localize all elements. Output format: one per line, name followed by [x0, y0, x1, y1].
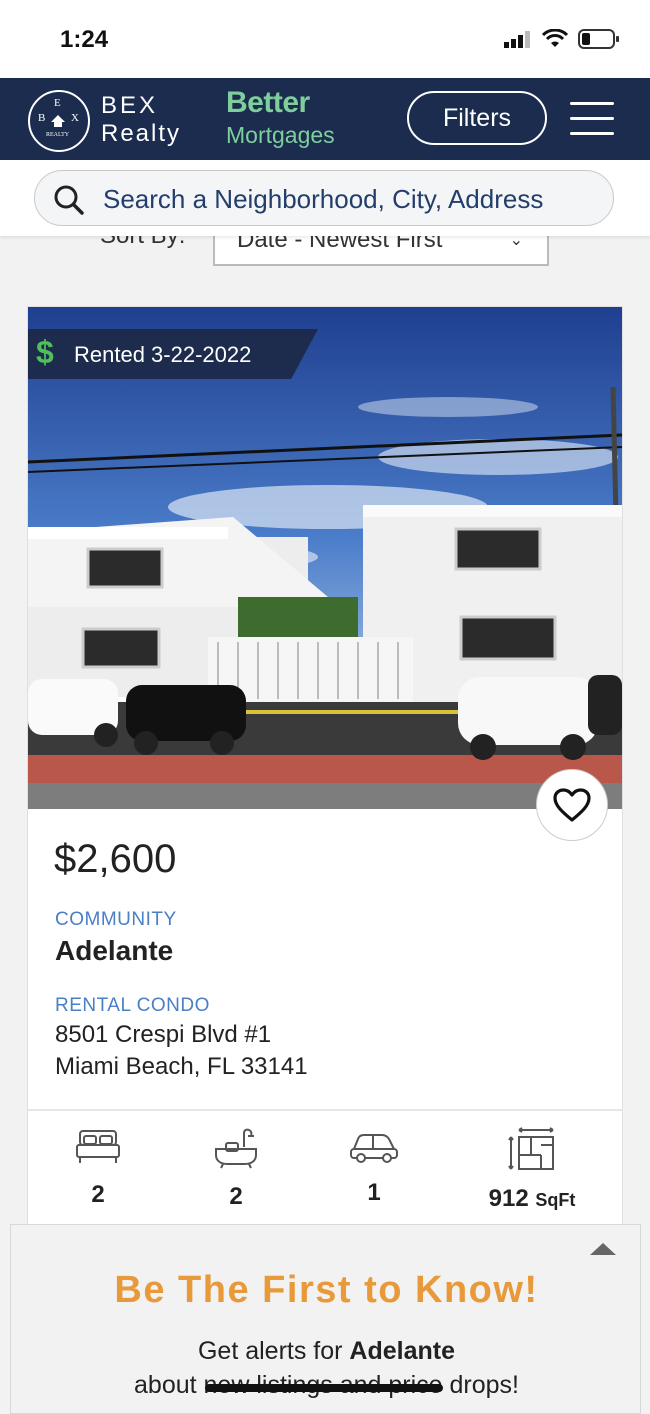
alerts-community-name: Adelante	[349, 1337, 456, 1365]
logo-letter-e: E	[54, 97, 61, 109]
sqft-value: 912 SqFt	[462, 1185, 602, 1213]
better-mortgages-subtitle[interactable]: Mortgages	[226, 122, 335, 149]
rented-date: Rented 3-22-2022	[74, 342, 252, 367]
card-divider	[28, 1109, 622, 1111]
search-bar: Search a Neighborhood, City, Address	[0, 160, 650, 236]
community-name[interactable]: Adelante	[55, 935, 173, 967]
signal-icon	[504, 31, 530, 48]
favorite-button[interactable]	[536, 769, 608, 841]
bed-icon	[76, 1130, 120, 1163]
home-indicator[interactable]	[205, 1384, 443, 1392]
search-icon	[54, 185, 84, 215]
wifi-icon	[542, 29, 568, 47]
alerts-title: Be The First to Know!	[114, 1269, 539, 1311]
property-type-label: RENTAL CONDO	[55, 995, 210, 1016]
heart-icon	[553, 788, 591, 822]
feature-baths: 2	[166, 1127, 306, 1211]
listing-price: $2,600	[54, 837, 177, 881]
sqft-unit: SqFt	[535, 1190, 576, 1210]
feature-sqft: 912 SqFt	[462, 1127, 602, 1213]
sqft-number: 912	[488, 1185, 529, 1212]
feature-parking: 1	[304, 1127, 444, 1207]
baths-value: 2	[229, 1183, 243, 1210]
search-placeholder: Search a Neighborhood, City, Address	[103, 184, 544, 214]
filters-button[interactable]: Filters	[407, 91, 547, 145]
listing-photo-illustration	[28, 307, 622, 809]
brand-line-realty: Realty	[101, 120, 182, 147]
logo-letter-realty: REALTY	[46, 132, 70, 138]
status-time: 1:24	[60, 26, 109, 53]
feature-beds: 2	[28, 1127, 168, 1209]
car-icon	[350, 1134, 398, 1163]
logo-letter-x: X	[71, 112, 79, 124]
community-label: COMMUNITY	[55, 909, 177, 930]
site-header: E B X REALTY BEX Realty Better Mortgages…	[0, 78, 650, 160]
search-input[interactable]: Search a Neighborhood, City, Address	[34, 170, 614, 226]
collapse-arrow-icon[interactable]	[590, 1243, 616, 1255]
bex-logo[interactable]: E B X REALTY	[28, 90, 90, 152]
floorplan-icon	[508, 1127, 554, 1170]
logo-letter-b: B	[38, 112, 46, 124]
address-line-2: Miami Beach, FL 33141	[55, 1053, 308, 1080]
alerts-text-prefix: Get alerts for	[197, 1337, 350, 1365]
brand-name[interactable]: BEX Realty	[101, 92, 181, 148]
address-line-1: 8501 Crespi Blvd #1	[55, 1021, 272, 1048]
listing-photo[interactable]: $ Rented 3-22-2022	[28, 307, 622, 809]
status-bar: 1:24	[0, 0, 650, 78]
menu-icon[interactable]	[570, 102, 614, 136]
brand-line-bex: BEX	[101, 92, 159, 119]
parking-value: 1	[367, 1179, 381, 1206]
rented-badge: $ Rented 3-22-2022	[28, 329, 318, 379]
beds-value: 2	[91, 1181, 105, 1208]
alerts-text-line1: Get alerts for Adelante	[11, 1337, 642, 1366]
better-mortgages-title[interactable]: Better	[226, 86, 310, 120]
status-icons	[504, 28, 620, 50]
house-icon	[51, 115, 65, 127]
dollar-icon: $	[36, 334, 54, 370]
bathtub-icon	[215, 1128, 257, 1169]
battery-icon	[578, 29, 619, 49]
